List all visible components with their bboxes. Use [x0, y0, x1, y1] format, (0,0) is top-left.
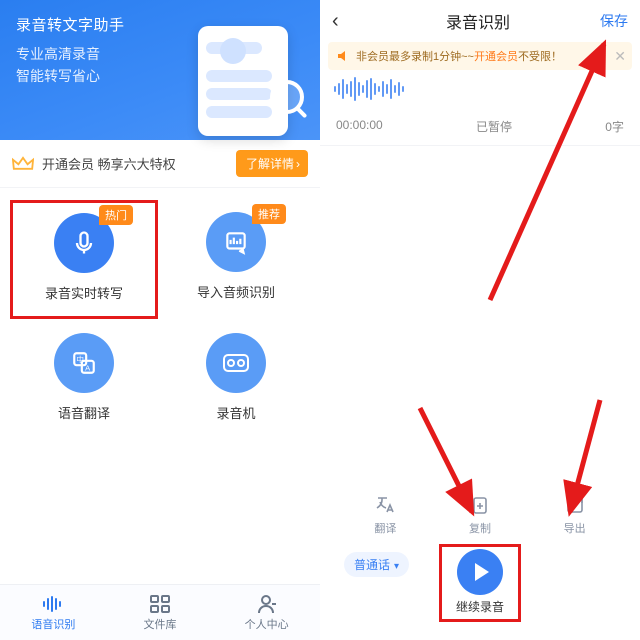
magnifier-icon — [270, 80, 304, 114]
vip-bar[interactable]: 开通会员 畅享六大特权 了解详情› — [0, 140, 320, 188]
feature-import-audio[interactable]: 推荐 导入音频识别 — [162, 200, 310, 319]
svg-text:A: A — [85, 364, 91, 373]
waveform — [320, 70, 640, 114]
transcript-area[interactable] — [320, 146, 640, 486]
translate-icon: 中A — [54, 333, 114, 393]
hot-badge: 热门 — [99, 205, 133, 225]
continue-record-button[interactable]: 继续录音 — [439, 544, 521, 622]
feature-label: 语音翻译 — [58, 403, 110, 422]
bottom-tabbar: 语音识别 文件库 个人中心 — [0, 584, 320, 640]
close-icon[interactable]: ✕ — [614, 48, 626, 65]
feature-voice-translate[interactable]: 中A 语音翻译 — [10, 321, 158, 438]
action-translate[interactable]: 翻译 — [372, 492, 398, 536]
tab-profile[interactable]: 个人中心 — [213, 585, 320, 640]
recording-screen: ‹ 录音识别 保存 非会员最多录制1分钟~~ 开通会员 不受限！ ✕ 00:00… — [320, 0, 640, 640]
tab-voice-recognition[interactable]: 语音识别 — [0, 585, 107, 640]
feature-label: 录音机 — [216, 403, 255, 422]
page-title: 录音识别 — [356, 9, 600, 33]
bottom-controls: 普通话▾ 继续录音 — [320, 538, 640, 630]
export-icon — [562, 492, 588, 518]
hero-banner: 录音转文字助手 专业高清录音 智能转写省心 — [0, 0, 320, 140]
translate-icon — [372, 492, 398, 518]
elapsed-time: 00:00:00 — [336, 118, 383, 135]
svg-text:中: 中 — [76, 354, 84, 364]
action-copy[interactable]: 复制 — [467, 492, 493, 536]
chevron-right-icon: › — [296, 157, 300, 171]
horn-icon — [336, 49, 350, 63]
meta-row: 00:00:00 已暂停 0字 — [320, 114, 640, 146]
home-screen: 录音转文字助手 专业高清录音 智能转写省心 开通会员 畅享六大特权 — [0, 0, 320, 640]
chevron-down-icon: ▾ — [394, 561, 399, 572]
play-icon — [457, 549, 503, 595]
back-button[interactable]: ‹ — [332, 10, 356, 33]
action-export[interactable]: 导出 — [562, 492, 588, 536]
language-select[interactable]: 普通话▾ — [344, 552, 409, 577]
vip-details-button[interactable]: 了解详情› — [236, 150, 308, 177]
recommend-badge: 推荐 — [252, 204, 286, 224]
action-row: 翻译 复制 导出 — [320, 486, 640, 538]
open-member-link[interactable]: 开通会员 — [474, 48, 518, 64]
banner-illustration — [168, 30, 308, 130]
grid-icon — [148, 594, 172, 614]
wave-icon — [41, 594, 65, 614]
member-notice[interactable]: 非会员最多录制1分钟~~ 开通会员 不受限！ ✕ — [328, 42, 632, 70]
feature-recorder[interactable]: 录音机 — [162, 321, 310, 438]
status-text: 已暂停 — [476, 118, 512, 135]
feature-label: 导入音频识别 — [197, 282, 275, 301]
word-count: 0字 — [605, 118, 624, 135]
user-icon — [255, 594, 279, 614]
crown-icon — [12, 156, 34, 172]
recorder-icon — [206, 333, 266, 393]
save-button[interactable]: 保存 — [600, 11, 628, 31]
feature-label: 录音实时转写 — [45, 283, 123, 302]
feature-grid: 热门 录音实时转写 推荐 导入音频识别 中A 语音翻译 — [0, 188, 320, 438]
vip-text: 开通会员 畅享六大特权 — [42, 154, 236, 173]
feature-realtime-transcribe[interactable]: 热门 录音实时转写 — [10, 200, 158, 319]
navbar: ‹ 录音识别 保存 — [320, 0, 640, 42]
copy-icon — [467, 492, 493, 518]
tab-file-library[interactable]: 文件库 — [107, 585, 214, 640]
